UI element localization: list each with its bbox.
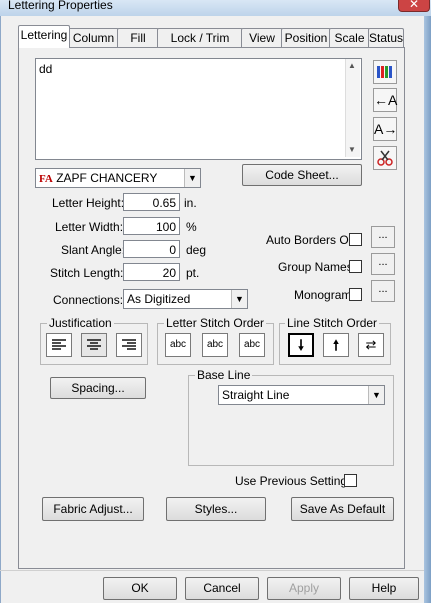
tab-lettering[interactable]: Lettering	[18, 25, 70, 48]
window-border	[424, 16, 431, 603]
letter-height-label: Letter Height:	[52, 196, 125, 210]
auto-borders-button[interactable]: ...	[371, 226, 395, 248]
ok-button[interactable]: OK	[103, 577, 177, 600]
slant-angle-field[interactable]: 0	[123, 240, 180, 258]
letter-width-field[interactable]: 100	[123, 217, 180, 235]
scroll-down-icon[interactable]: ▼	[348, 145, 356, 154]
chevron-down-icon[interactable]: ▼	[231, 290, 247, 308]
chevron-down-icon[interactable]: ▼	[184, 169, 200, 187]
tab-position[interactable]: Position	[281, 28, 331, 47]
scroll-up-icon[interactable]: ▲	[348, 61, 356, 70]
font-type-icon: FA	[39, 173, 53, 185]
align-left-icon[interactable]	[46, 333, 72, 357]
use-previous-label: Use Previous Settings	[235, 474, 354, 488]
group-names-button[interactable]: ...	[371, 253, 395, 275]
connections-select[interactable]: As Digitized ▼	[123, 289, 248, 309]
font-select[interactable]: FA ZAPF CHANCERY ▼	[35, 168, 201, 188]
base-line-value: Straight Line	[222, 388, 290, 402]
letter-stitch-order-label: Letter Stitch Order	[164, 316, 267, 330]
auto-borders-label: Auto Borders On	[266, 233, 356, 247]
monogram-checkbox[interactable]	[349, 288, 362, 301]
letter-height-field[interactable]: 0.65	[123, 193, 180, 211]
align-center-icon[interactable]	[81, 333, 107, 357]
line-stitch-order-label: Line Stitch Order	[285, 316, 380, 330]
slant-angle-label: Slant Angle:	[61, 243, 126, 257]
use-previous-checkbox[interactable]	[344, 474, 357, 487]
tab-view[interactable]: View	[241, 28, 283, 47]
connections-value: As Digitized	[127, 292, 191, 306]
monogram-button[interactable]: ...	[371, 280, 395, 302]
font-name: ZAPF CHANCERY	[56, 171, 158, 185]
letter-height-unit: in.	[184, 196, 197, 210]
left-arrow-a-icon[interactable]: ←A	[373, 88, 397, 112]
base-line-label: Base Line	[195, 368, 253, 382]
base-line-select[interactable]: Straight Line ▼	[218, 385, 385, 405]
tab-status[interactable]: Status	[368, 28, 404, 47]
stitch-order-right-left-icon[interactable]: abc	[202, 333, 228, 357]
auto-borders-checkbox[interactable]	[349, 233, 362, 246]
scissors-icon[interactable]	[373, 146, 397, 170]
tab-fill[interactable]: Fill	[117, 28, 159, 47]
group-names-label: Group Names	[278, 260, 353, 274]
text-input[interactable]: dd	[35, 58, 362, 160]
spacing-button[interactable]: Spacing...	[50, 377, 146, 399]
save-as-default-button[interactable]: Save As Default	[291, 497, 394, 521]
tab-column[interactable]: Column	[68, 28, 119, 47]
tab-scale[interactable]: Scale	[329, 28, 370, 47]
chevron-down-icon[interactable]: ▼	[368, 386, 384, 404]
justification-label: Justification	[47, 316, 114, 330]
letter-width-label: Letter Width:	[55, 220, 124, 234]
align-right-icon[interactable]	[116, 333, 142, 357]
tab-lock-trim[interactable]: Lock / Trim	[157, 28, 243, 47]
stitch-order-left-right-icon[interactable]: abc	[165, 333, 191, 357]
divider	[0, 570, 424, 571]
arrow-up-icon[interactable]: 🠕	[323, 333, 349, 357]
letter-width-unit: %	[186, 220, 197, 234]
apply-button[interactable]: Apply	[267, 577, 341, 600]
swap-arrows-icon[interactable]: ⇄	[358, 333, 384, 357]
text-value: dd	[39, 62, 53, 76]
cancel-button[interactable]: Cancel	[185, 577, 259, 600]
group-names-checkbox[interactable]	[349, 260, 362, 273]
stitch-length-field[interactable]: 20	[123, 263, 180, 281]
stitch-order-center-out-icon[interactable]: abc	[239, 333, 265, 357]
stitch-length-label: Stitch Length:	[50, 266, 124, 280]
color-sequence-icon[interactable]	[373, 60, 397, 84]
window-title: Lettering Properties	[8, 0, 113, 12]
a-right-arrow-icon[interactable]: A→	[373, 117, 397, 141]
styles-button[interactable]: Styles...	[166, 497, 266, 521]
monogram-label: Monogram	[294, 288, 352, 302]
arrow-down-icon[interactable]: 🠗	[288, 333, 314, 357]
stitch-length-unit: pt.	[186, 266, 200, 280]
fabric-adjust-button[interactable]: Fabric Adjust...	[42, 497, 144, 521]
help-button[interactable]: Help	[349, 577, 419, 600]
close-button[interactable]: ✕	[398, 0, 430, 12]
slant-angle-unit: deg	[186, 243, 207, 257]
connections-label: Connections:	[53, 293, 124, 307]
code-sheet-button[interactable]: Code Sheet...	[242, 164, 362, 186]
text-scrollbar[interactable]: ▲ ▼	[345, 59, 360, 157]
